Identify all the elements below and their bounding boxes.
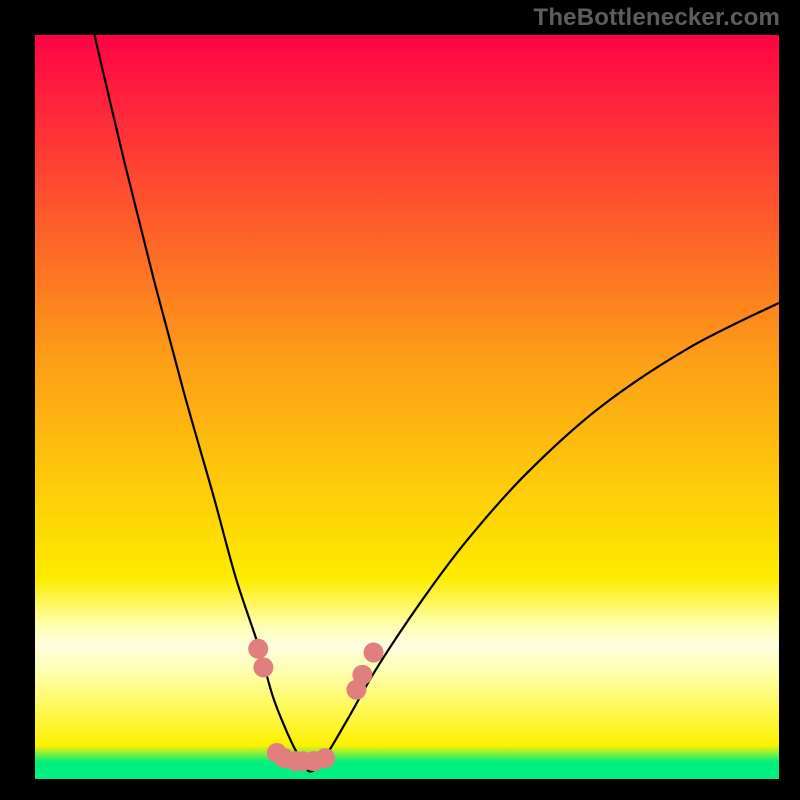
gradient-background <box>35 35 779 779</box>
highlight-dot <box>352 665 372 685</box>
plot-area <box>35 35 779 779</box>
chart-frame: TheBottlenecker.com <box>0 0 800 800</box>
highlight-dot <box>315 748 335 768</box>
highlight-dot <box>248 639 268 659</box>
highlight-dot <box>364 643 384 663</box>
highlight-dot <box>253 657 273 677</box>
watermark-text: TheBottlenecker.com <box>533 4 780 32</box>
bottleneck-chart <box>35 35 779 779</box>
